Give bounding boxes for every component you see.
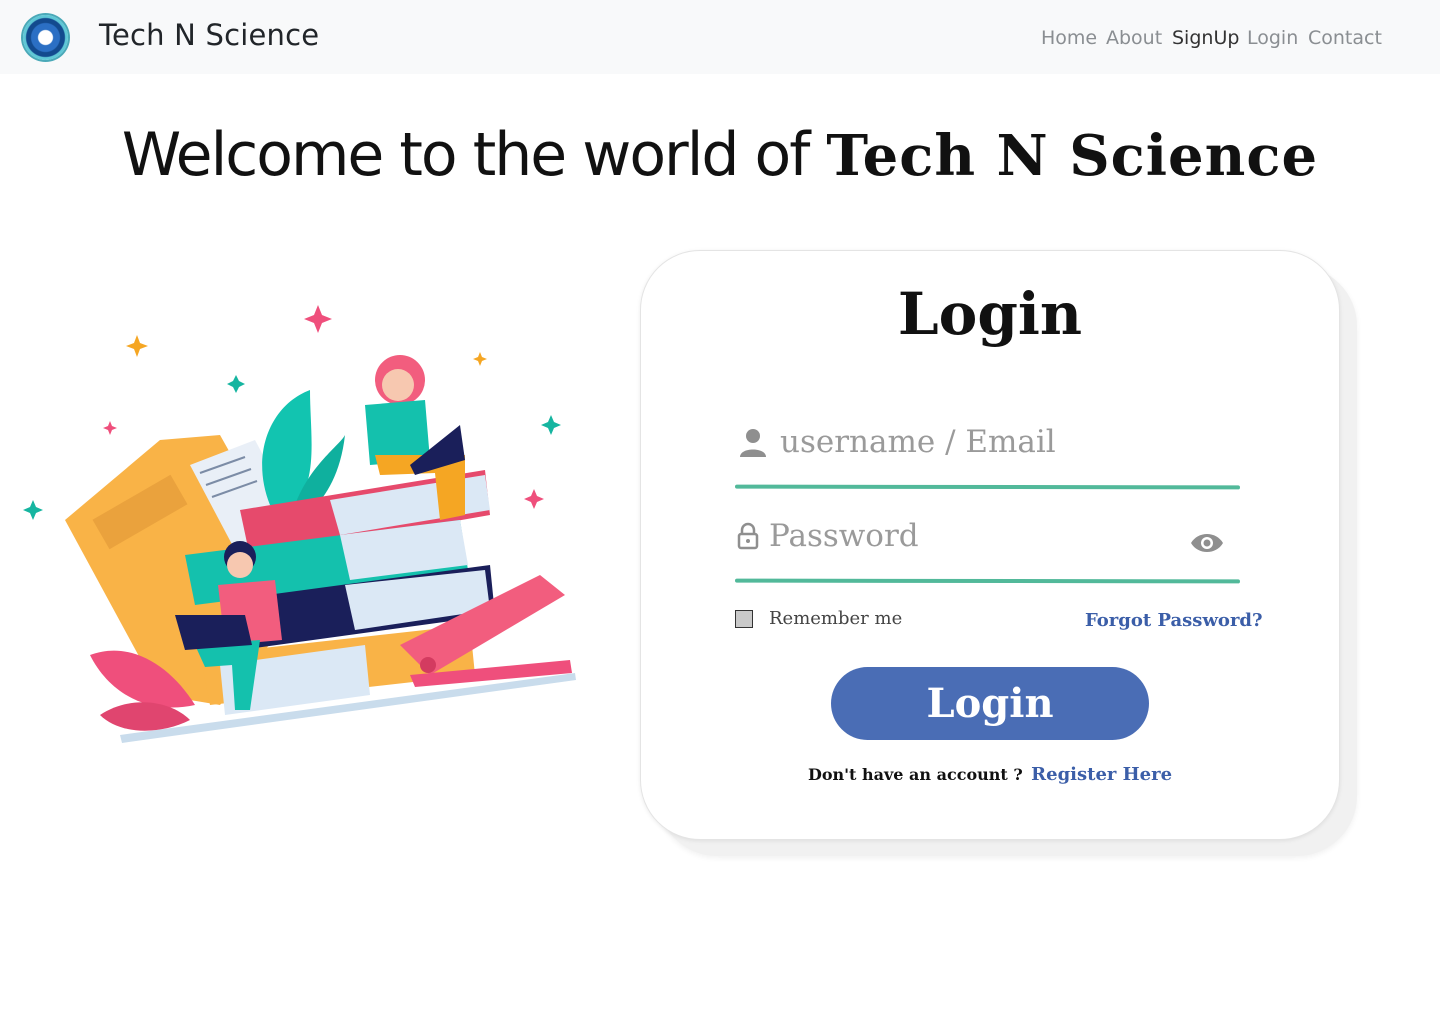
remember-checkbox[interactable] (735, 610, 753, 628)
eye-icon[interactable] (1190, 530, 1224, 556)
hero-prefix: Welcome to the world of (121, 120, 810, 190)
hero-heading: Welcome to the world of Tech N Science (0, 120, 1440, 190)
signup-row: Don't have an account ? Register Here (640, 764, 1340, 785)
brand-logo[interactable] (23, 15, 68, 60)
hero-highlight: Tech N Science (826, 123, 1319, 189)
nav-about[interactable]: About (1106, 27, 1162, 49)
login-title: Login (897, 280, 1083, 348)
lock-icon (737, 522, 759, 550)
nav-home[interactable]: Home (1041, 27, 1097, 49)
nav-signup[interactable]: SignUp (1172, 27, 1239, 49)
register-link[interactable]: Register Here (1031, 764, 1172, 785)
navbar: Tech N Science Home About SignUp Login C… (0, 0, 1440, 74)
forgot-password-link[interactable]: Forgot Password? (1085, 610, 1263, 631)
remember-label: Remember me (769, 608, 903, 629)
nav-contact[interactable]: Contact (1308, 27, 1382, 49)
brand-name[interactable]: Tech N Science (99, 18, 319, 52)
password-input[interactable] (767, 512, 1171, 560)
students-books-illustration (23, 305, 576, 743)
signup-prompt: Don't have an account ? (807, 765, 1023, 784)
user-icon (740, 429, 766, 457)
username-input[interactable] (778, 418, 1242, 466)
login-button[interactable]: Login (831, 667, 1149, 740)
nav-login[interactable]: Login (1247, 27, 1298, 49)
